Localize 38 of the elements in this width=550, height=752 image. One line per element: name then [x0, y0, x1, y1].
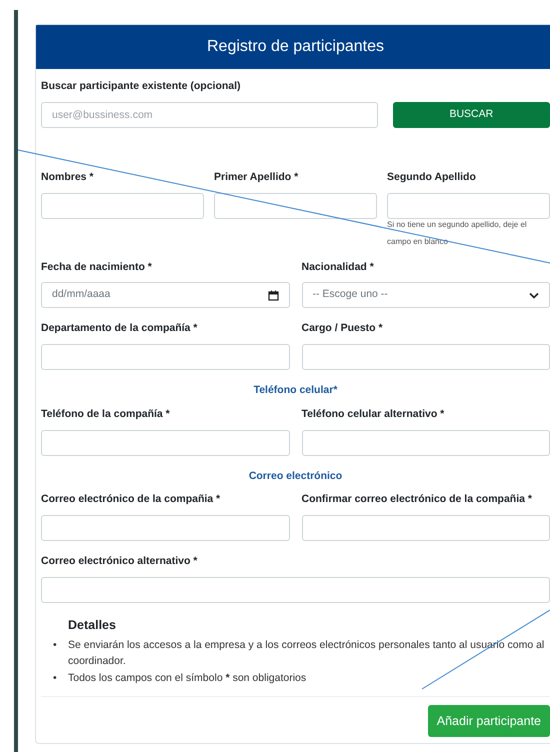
field-label: Primer Apellido * [214, 170, 300, 185]
chevron-down-icon [529, 292, 539, 299]
field-label: Nombres * [41, 170, 95, 185]
section-heading: Correo electrónico [248, 468, 344, 484]
input-field[interactable] [387, 192, 550, 218]
calendar-icon[interactable] [268, 290, 278, 301]
input-field[interactable] [41, 576, 550, 603]
field-label: Correo electrónico de la compañia * [41, 492, 222, 508]
add-participant-button[interactable]: Añadir participante [428, 705, 550, 737]
section-heading: Teléfono celular* [252, 383, 338, 398]
field-label: Buscar participante existente (opcional) [41, 79, 242, 94]
input-field[interactable] [41, 192, 204, 218]
field-label: Cargo / Puesto * [302, 321, 384, 336]
form-title: Registro de participantes [36, 25, 550, 69]
date-field[interactable]: dd/mm/aaaa [41, 282, 290, 308]
field-label: Teléfono de la compañía * [41, 406, 171, 422]
input-field[interactable] [302, 344, 550, 370]
input-field[interactable] [302, 430, 550, 456]
hint-text: Si no tiene un segundo apellido, deje el campo en blanco [387, 218, 528, 248]
input-field[interactable] [41, 344, 290, 370]
field-label: Segundo Apellido [387, 170, 477, 185]
input-field[interactable] [302, 515, 550, 541]
search-field[interactable]: user@bussiness.com [41, 102, 378, 128]
input-field[interactable] [214, 192, 377, 218]
field-label: Fecha de nacimiento * [41, 260, 153, 274]
input-field[interactable] [41, 515, 290, 541]
details-item: Todos los campos con el símbolo * son obligatorios [68, 670, 306, 686]
bullet: • [53, 638, 58, 652]
field-label: Confirmar correo electrónico de la compañia * [302, 492, 533, 508]
bullet: • [53, 670, 58, 686]
field-label: Departamento de la compañía * [41, 321, 198, 336]
field-label: Correo electrónico alternativo * [41, 554, 198, 569]
details-heading: Detalles [68, 616, 117, 634]
field-label: Teléfono celular alternativo * [302, 406, 446, 422]
select-field[interactable]: -- Escoge uno -- [302, 282, 550, 308]
search-button[interactable]: BUSCAR [392, 102, 550, 128]
field-label: Nacionalidad * [302, 260, 375, 274]
input-field[interactable] [41, 430, 290, 456]
